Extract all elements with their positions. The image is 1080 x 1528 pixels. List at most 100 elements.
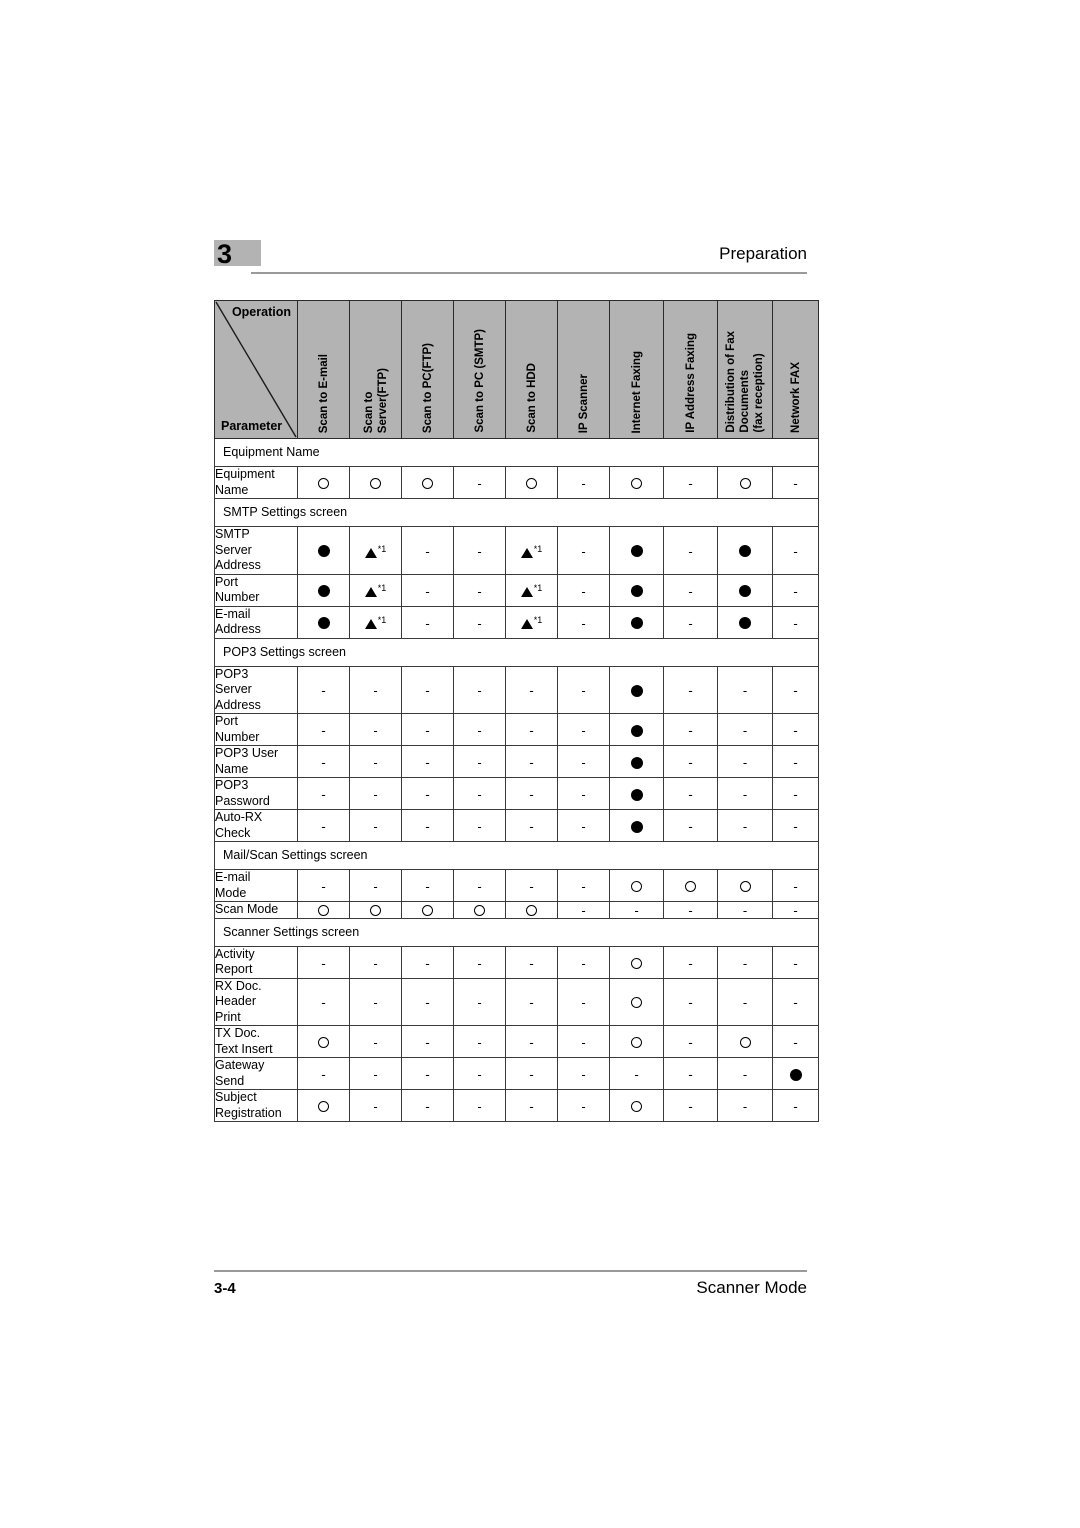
mark-dash: - bbox=[688, 1035, 693, 1051]
mark-open-circle bbox=[318, 1101, 329, 1113]
mark-dash: - bbox=[688, 995, 693, 1011]
mark-dash: - bbox=[793, 903, 798, 919]
mark-filled-circle bbox=[630, 684, 643, 697]
matrix-cell: *1 bbox=[349, 526, 402, 575]
matrix-cell bbox=[717, 1025, 773, 1058]
matrix-cell: - bbox=[663, 526, 718, 575]
mark-dash: - bbox=[688, 1067, 693, 1083]
matrix-cell bbox=[609, 665, 664, 714]
matrix-cell: - bbox=[609, 1057, 664, 1090]
matrix-section-row: Mail/Scan Settings screen bbox=[214, 841, 819, 870]
mark-dash: - bbox=[477, 1067, 482, 1083]
matrix-cell: - bbox=[717, 1057, 773, 1090]
matrix-cell: - bbox=[663, 901, 718, 919]
mark-dash: - bbox=[742, 995, 748, 1011]
matrix-cell: - bbox=[297, 809, 350, 842]
mark-dash: - bbox=[477, 787, 482, 803]
mark-dash: - bbox=[742, 955, 748, 971]
mark-dash: - bbox=[529, 995, 534, 1011]
mark-dash: - bbox=[373, 787, 378, 803]
matrix-cell bbox=[717, 466, 773, 499]
parameter-label: E-mail Address bbox=[214, 605, 298, 639]
matrix-cell: - bbox=[453, 605, 506, 639]
parameter-label: Gateway Send bbox=[214, 1057, 298, 1090]
matrix-cell: - bbox=[349, 745, 402, 778]
column-header-scan-to-email: Scan to E-mail bbox=[297, 300, 350, 439]
mark-dash: - bbox=[581, 903, 586, 919]
matrix-cell: - bbox=[297, 869, 350, 902]
matrix-cell: *1 bbox=[349, 573, 402, 607]
matrix-section-row: POP3 Settings screen bbox=[214, 637, 819, 667]
footnote-marker: *1 bbox=[533, 615, 543, 626]
matrix-cell: - bbox=[401, 665, 454, 714]
matrix-header-row: Operation Parameter Scan to E-mail Scan … bbox=[214, 300, 819, 439]
mark-dash: - bbox=[529, 1099, 534, 1115]
matrix-cell: - bbox=[609, 901, 664, 919]
column-header-internet-faxing: Internet Faxing bbox=[609, 300, 664, 439]
mark-dash: - bbox=[688, 755, 693, 771]
matrix-section-row: SMTP Settings screen bbox=[214, 498, 819, 527]
matrix-cell: - bbox=[505, 869, 558, 902]
matrix-cell: - bbox=[557, 777, 610, 810]
matrix-cell: - bbox=[401, 526, 454, 575]
column-header-distribution-of-fax-documents: Distribution of Fax Documents (fax recep… bbox=[717, 300, 773, 439]
matrix-cell: - bbox=[505, 1089, 558, 1122]
matrix-section-row: Scanner Settings screen bbox=[214, 917, 819, 947]
matrix-cell: - bbox=[453, 1089, 506, 1122]
matrix-cell: - bbox=[772, 1089, 819, 1122]
mark-dash: - bbox=[529, 819, 534, 835]
matrix-cell: - bbox=[663, 605, 718, 639]
mark-dash: - bbox=[688, 723, 693, 739]
parameter-label: Auto-RX Check bbox=[214, 809, 298, 842]
triangle-icon bbox=[520, 547, 533, 558]
section-label: Equipment Name bbox=[214, 438, 819, 467]
mark-dash: - bbox=[321, 683, 326, 699]
matrix-cell: - bbox=[453, 665, 506, 714]
mark-dash: - bbox=[581, 476, 586, 492]
matrix-cell: - bbox=[401, 713, 454, 746]
mark-dash: - bbox=[373, 995, 378, 1011]
mark-dash: - bbox=[425, 995, 430, 1011]
mark-dash: - bbox=[581, 1035, 586, 1051]
triangle-icon bbox=[364, 619, 377, 630]
matrix-data-row: Activity Report - - - - - - - - - bbox=[214, 945, 819, 979]
mark-dash: - bbox=[373, 879, 378, 895]
matrix-cell bbox=[297, 1025, 350, 1058]
mark-open-circle bbox=[370, 478, 381, 490]
mark-dash: - bbox=[793, 683, 798, 699]
mark-open-circle bbox=[526, 478, 537, 490]
mark-dash: - bbox=[793, 755, 798, 771]
matrix-data-row: RX Doc. Header Print - - - - - - - - - bbox=[214, 977, 819, 1026]
footer-rule bbox=[214, 1270, 807, 1272]
matrix-cell: - bbox=[453, 809, 506, 842]
triangle-icon bbox=[520, 619, 533, 630]
mark-dash: - bbox=[581, 615, 586, 631]
mark-filled-circle bbox=[630, 724, 643, 737]
matrix-cell bbox=[609, 713, 664, 746]
column-header-label: Scan to Server(FTP) bbox=[362, 367, 389, 433]
triangle-icon bbox=[364, 587, 377, 598]
matrix-data-row: POP3 Server Address - - - - - - - - - bbox=[214, 665, 819, 714]
matrix-cell: - bbox=[772, 573, 819, 607]
matrix-cell: - bbox=[663, 665, 718, 714]
mark-filled-circle bbox=[630, 545, 643, 558]
mark-dash: - bbox=[373, 1035, 378, 1051]
column-header-label: Internet Faxing bbox=[630, 350, 643, 433]
section-label: POP3 Settings screen bbox=[214, 637, 819, 667]
mark-dash: - bbox=[321, 995, 326, 1011]
matrix-cell: - bbox=[401, 777, 454, 810]
mark-dash: - bbox=[742, 683, 748, 699]
matrix-cell: - bbox=[349, 977, 402, 1026]
matrix-cell: - bbox=[663, 809, 718, 842]
matrix-data-row: Subject Registration - - - - - - - - bbox=[214, 1089, 819, 1122]
matrix-cell bbox=[609, 745, 664, 778]
mark-dash: - bbox=[425, 1035, 430, 1051]
mark-dash: - bbox=[581, 723, 586, 739]
mark-triangle-note1: *1 bbox=[520, 614, 543, 630]
matrix-cell: - bbox=[557, 665, 610, 714]
corner-operation-label: Operation bbox=[231, 305, 291, 319]
mark-dash: - bbox=[581, 955, 586, 971]
mark-dash: - bbox=[373, 819, 378, 835]
mark-open-circle bbox=[370, 905, 381, 917]
matrix-cell: - bbox=[349, 777, 402, 810]
